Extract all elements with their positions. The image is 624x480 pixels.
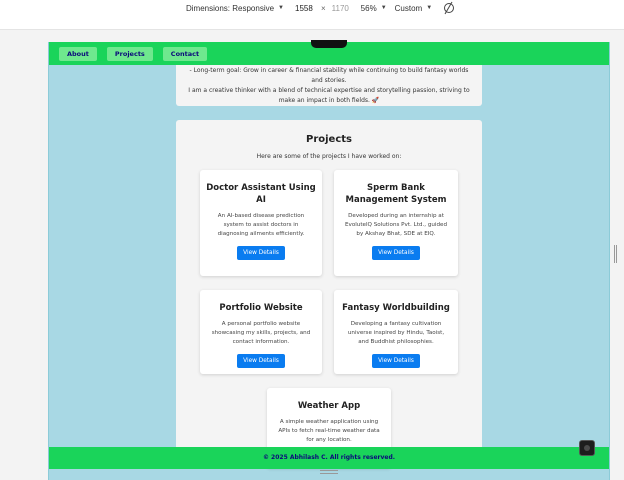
- project-card-portfolio: Portfolio Website A personal portfolio w…: [200, 290, 322, 374]
- dimensions-dropdown[interactable]: Dimensions: Responsive: [186, 4, 274, 13]
- floating-action-button[interactable]: [579, 440, 595, 456]
- project-card-fantasy-worldbuilding: Fantasy Worldbuilding Developing a fanta…: [334, 290, 458, 374]
- project-description: Developed during an internship at Evolut…: [344, 213, 448, 237]
- footer-copyright: © 2025 Abhilash C. All rights reserved.: [262, 454, 396, 461]
- project-description: Developing a fantasy cultivation univers…: [347, 321, 445, 345]
- view-details-button[interactable]: View Details: [372, 246, 420, 260]
- nav-contact[interactable]: Contact: [162, 46, 208, 61]
- device-notch: [311, 40, 347, 48]
- project-title: Sperm Bank Management System: [345, 183, 447, 205]
- rotate-icon[interactable]: [444, 3, 455, 13]
- width-input[interactable]: 1558: [292, 2, 318, 15]
- project-title: Portfolio Website: [219, 303, 303, 313]
- throttle-dropdown[interactable]: Custom: [395, 4, 423, 13]
- device-toolbar: Dimensions: Responsive ▼ 1558 × 1170 56%…: [186, 0, 455, 16]
- projects-section: Projects Here are some of the projects I…: [176, 120, 482, 468]
- chevron-down-icon[interactable]: ▼: [278, 5, 284, 11]
- project-description: An AI-based disease prediction system to…: [217, 213, 305, 237]
- resize-handle-right[interactable]: [614, 245, 617, 263]
- resize-handle-bottom[interactable]: [320, 470, 338, 474]
- emulated-viewport: - Long-term goal: Grow in career & finan…: [0, 30, 624, 480]
- nav-projects[interactable]: Projects: [106, 46, 153, 61]
- about-goal-text: - Long-term goal: Grow in career & finan…: [189, 67, 469, 84]
- projects-title: Projects: [305, 134, 352, 145]
- project-title: Doctor Assistant Using AI: [206, 183, 316, 205]
- project-title: Weather App: [297, 401, 361, 411]
- footer: © 2025 Abhilash C. All rights reserved.: [49, 447, 609, 469]
- page-frame: - Long-term goal: Grow in career & finan…: [48, 42, 610, 480]
- devtools-toolbar: Dimensions: Responsive ▼ 1558 × 1170 56%…: [0, 0, 624, 30]
- project-title: Fantasy Worldbuilding: [342, 303, 450, 313]
- chevron-down-icon[interactable]: ▼: [381, 5, 387, 11]
- nav-about[interactable]: About: [59, 46, 97, 61]
- project-description: A simple weather application using APIs …: [278, 419, 380, 443]
- height-input[interactable]: 1170: [329, 2, 355, 15]
- about-summary-text: I am a creative thinker with a blend of …: [188, 87, 470, 104]
- view-details-button[interactable]: View Details: [237, 354, 285, 368]
- project-description: A personal portfolio website showcasing …: [211, 321, 311, 345]
- chevron-down-icon[interactable]: ▼: [426, 5, 432, 11]
- zoom-dropdown[interactable]: 56%: [361, 4, 377, 13]
- projects-subtitle: Here are some of the projects I have wor…: [256, 153, 402, 160]
- view-details-button[interactable]: View Details: [237, 246, 285, 260]
- times-symbol: ×: [321, 3, 326, 13]
- view-details-button[interactable]: View Details: [372, 354, 420, 368]
- project-card-sperm-bank: Sperm Bank Management System Developed d…: [334, 170, 458, 276]
- project-card-doctor-assistant: Doctor Assistant Using AI An AI-based di…: [200, 170, 322, 276]
